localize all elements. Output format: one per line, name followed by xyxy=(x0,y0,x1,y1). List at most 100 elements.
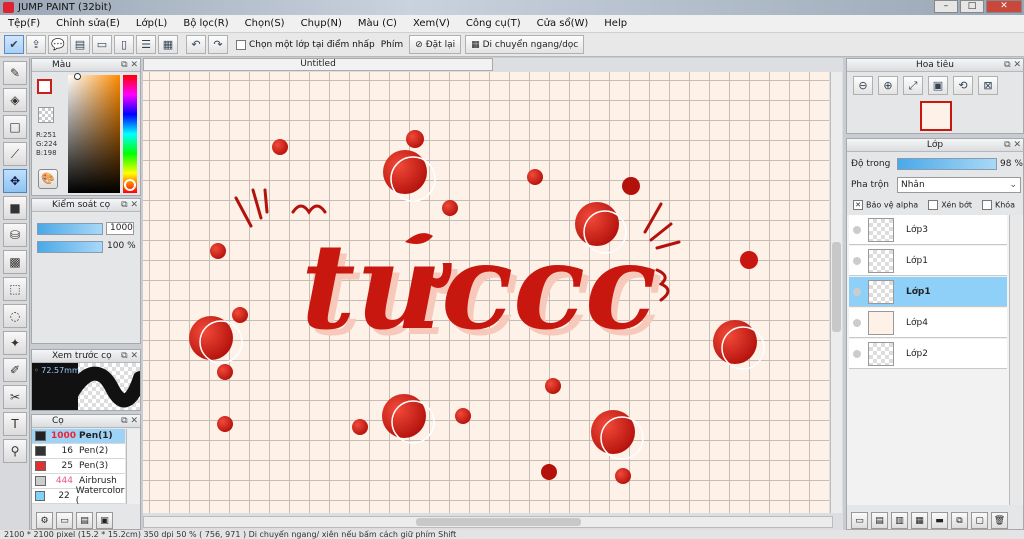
grid-icon[interactable]: ▦ xyxy=(158,35,178,54)
new-text-layer-icon[interactable]: ▥ xyxy=(891,512,908,529)
select-layer-checkbox[interactable] xyxy=(236,39,246,50)
visibility-icon[interactable] xyxy=(853,225,861,234)
comment-icon[interactable]: 💬 xyxy=(48,35,68,54)
layer-item[interactable]: Lớp3 xyxy=(849,215,1007,245)
layer-item[interactable]: Lớp1 xyxy=(849,277,1007,307)
menu-filter[interactable]: Bộ lọc(R) xyxy=(175,18,236,29)
brush-item[interactable]: 1000 Pen(1) xyxy=(32,429,125,444)
layer-item[interactable]: Lớp4 xyxy=(849,308,1007,338)
brush-item[interactable]: 22 Watercolor ( xyxy=(32,486,125,506)
panel-buttons[interactable]: ⧉ ✕ xyxy=(121,199,138,211)
undo-icon[interactable]: ↶ xyxy=(186,35,206,54)
brush-size-slider[interactable] xyxy=(37,223,103,235)
menu-file[interactable]: Tệp(F) xyxy=(0,18,48,29)
rectangle-tool-icon[interactable]: □ xyxy=(3,115,27,139)
export-icon[interactable]: ⇪ xyxy=(26,35,46,54)
duplicate-layer-icon[interactable]: ▤ xyxy=(871,512,888,529)
new-brush-icon[interactable]: ▭ xyxy=(56,512,73,529)
canvas-horizontal-scrollbar[interactable] xyxy=(143,516,833,528)
zoom-out-icon[interactable]: ⊖ xyxy=(853,76,873,95)
layer-list-scrollbar[interactable] xyxy=(1009,215,1022,505)
fill-rect-tool-icon[interactable]: ■ xyxy=(3,196,27,220)
clipping-option[interactable]: Xén bớt xyxy=(928,200,972,210)
panel-buttons[interactable]: ⧉ ✕ xyxy=(121,350,138,362)
horizontal-scroll-thumb[interactable] xyxy=(416,518,581,526)
panel-buttons[interactable]: ⧉ ✕ xyxy=(1004,59,1021,71)
primary-color-swatch[interactable] xyxy=(37,79,52,94)
lock-checkbox[interactable] xyxy=(981,200,992,210)
document-tab[interactable]: Untitled xyxy=(143,58,493,71)
visibility-icon[interactable] xyxy=(853,287,861,296)
folder-icon[interactable]: ▤ xyxy=(76,512,93,529)
new-halftone-layer-icon[interactable]: ▦ xyxy=(911,512,928,529)
protect-alpha-checkbox[interactable]: ✕ xyxy=(853,200,863,210)
new-layer-icon[interactable]: ▭ xyxy=(851,512,868,529)
protect-alpha-option[interactable]: ✕ Bảo vệ alpha xyxy=(853,200,918,210)
line-tool-icon[interactable]: ⟋ xyxy=(3,142,27,166)
panel-buttons[interactable]: ⧉ ✕ xyxy=(1004,139,1021,151)
layer-opacity-slider[interactable] xyxy=(897,158,997,170)
palette-icon[interactable]: 🎨 xyxy=(38,169,58,189)
maximize-button[interactable]: □ xyxy=(960,0,984,13)
menu-select[interactable]: Chọn(S) xyxy=(237,18,293,29)
reset-button[interactable]: ⊘ Đặt lại xyxy=(409,35,462,54)
menu-help[interactable]: Help xyxy=(596,18,635,29)
menu-layer[interactable]: Lớp(L) xyxy=(128,18,175,29)
menu-edit[interactable]: Chỉnh sửa(E) xyxy=(48,18,128,29)
layer-item[interactable]: Lớp2 xyxy=(849,339,1007,369)
check-icon[interactable]: ✔ xyxy=(4,35,24,54)
settings-icon[interactable]: ⚙ xyxy=(36,512,53,529)
drawing-canvas[interactable]: tưccc tưccc xyxy=(143,72,829,513)
hue-slider[interactable] xyxy=(123,75,137,193)
menu-color[interactable]: Màu (C) xyxy=(350,18,405,29)
select-pen-tool-icon[interactable]: ✐ xyxy=(3,358,27,382)
brush-item[interactable]: 16 Pen(2) xyxy=(32,444,125,459)
redo-icon[interactable]: ↷ xyxy=(208,35,228,54)
brush-opacity-slider[interactable] xyxy=(37,241,103,253)
text-tool-icon[interactable]: T xyxy=(3,412,27,436)
eyedropper-tool-icon[interactable]: ⚲ xyxy=(3,439,27,463)
panel-buttons[interactable]: ⧉ ✕ xyxy=(121,415,138,427)
move-mode-button[interactable]: ▦ Di chuyển ngang/dọc xyxy=(465,35,585,54)
menu-window[interactable]: Cửa sổ(W) xyxy=(529,18,597,29)
layer-item[interactable]: Lớp1 xyxy=(849,246,1007,276)
color-picker-handle[interactable] xyxy=(74,73,81,80)
menu-capture[interactable]: Chụp(N) xyxy=(293,18,350,29)
zoom-in-icon[interactable]: ⊕ xyxy=(878,76,898,95)
blend-mode-select[interactable]: Nhân ⌄ xyxy=(897,177,1021,193)
select-layer-option[interactable]: Chọn một lớp tại điểm nhấp xyxy=(236,39,375,50)
brush-size-input[interactable]: 1000 xyxy=(106,222,134,235)
visibility-icon[interactable] xyxy=(853,318,861,327)
saturation-value-picker[interactable] xyxy=(68,75,120,193)
rotate-icon[interactable]: ⟲ xyxy=(953,76,973,95)
menu-tools[interactable]: Công cụ(T) xyxy=(458,18,529,29)
hue-slider-handle[interactable] xyxy=(124,179,136,191)
brush-tool-icon[interactable]: ✎ xyxy=(3,61,27,85)
clear-layer-icon[interactable]: ▢ xyxy=(971,512,988,529)
eraser-tool-icon[interactable]: ◈ xyxy=(3,88,27,112)
actual-size-icon[interactable]: ▣ xyxy=(928,76,948,95)
move-tool-icon[interactable]: ✥ xyxy=(3,169,27,193)
minimize-button[interactable]: – xyxy=(934,0,958,13)
list-icon[interactable]: ☰ xyxy=(136,35,156,54)
gradient-tool-icon[interactable]: ▩ xyxy=(3,250,27,274)
menu-view[interactable]: Xem(V) xyxy=(405,18,458,29)
merge-layer-icon[interactable]: ⧉ xyxy=(951,512,968,529)
vertical-scroll-thumb[interactable] xyxy=(832,242,841,332)
transparent-swatch[interactable] xyxy=(38,107,54,123)
rect-select-tool-icon[interactable]: ⬚ xyxy=(3,277,27,301)
close-button[interactable]: ✕ xyxy=(986,0,1022,13)
bucket-tool-icon[interactable]: ⛁ xyxy=(3,223,27,247)
layer-folder-icon[interactable]: ▬ xyxy=(931,512,948,529)
select-eraser-tool-icon[interactable]: ✂ xyxy=(3,385,27,409)
document-icon[interactable]: ▭ xyxy=(92,35,112,54)
message-icon[interactable]: ▤ xyxy=(70,35,90,54)
delete-layer-icon[interactable]: 🗑 xyxy=(991,512,1008,529)
brush-item[interactable]: 25 Pen(3) xyxy=(32,459,125,474)
save-brush-icon[interactable]: ▣ xyxy=(96,512,113,529)
lasso-tool-icon[interactable]: ◌ xyxy=(3,304,27,328)
reset-view-icon[interactable]: ⊠ xyxy=(978,76,998,95)
navigator-thumbnail[interactable] xyxy=(920,101,952,131)
panel-buttons[interactable]: ⧉ ✕ xyxy=(121,59,138,71)
visibility-icon[interactable] xyxy=(853,256,861,265)
